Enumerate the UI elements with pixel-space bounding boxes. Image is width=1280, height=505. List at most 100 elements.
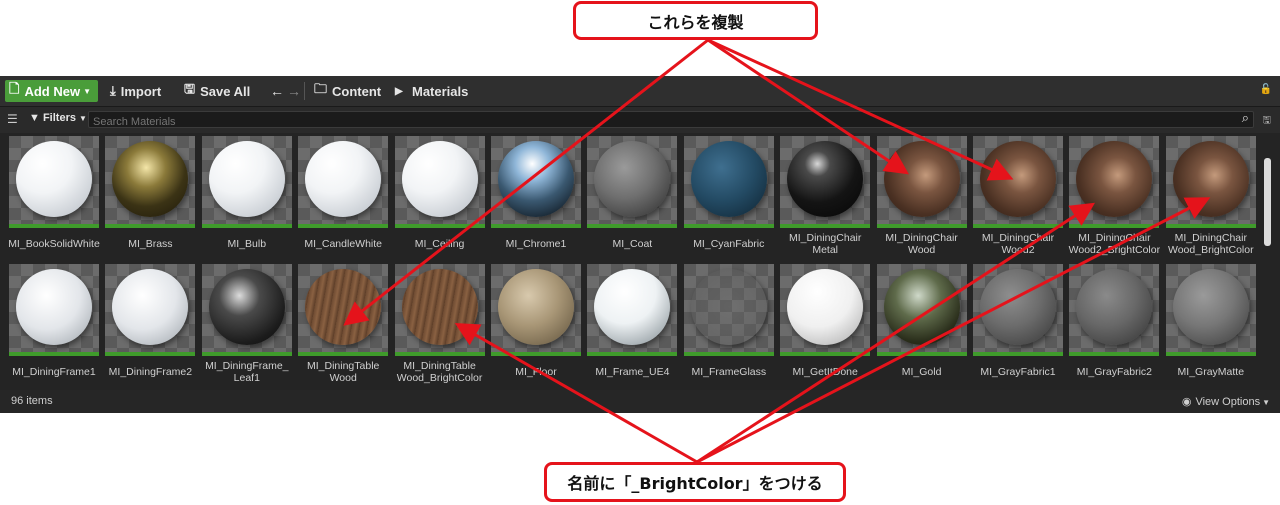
- asset-thumbnail: [1069, 136, 1160, 228]
- material-sphere-icon: [305, 141, 382, 217]
- asset-tile[interactable]: MI_Frame_UE4: [587, 264, 678, 389]
- material-sphere-icon: [208, 269, 285, 345]
- asset-name: MI_GrayFabric1: [980, 366, 1056, 378]
- asset-tile[interactable]: MI_GetItDone: [780, 264, 871, 389]
- asset-name: MI_FrameGlass: [691, 366, 767, 378]
- asset-type-bar: [491, 224, 581, 228]
- asset-thumbnail: [9, 136, 99, 228]
- breadcrumb-materials[interactable]: Materials: [412, 80, 468, 102]
- toolbar: 🗋 Add New ▼ ⤓ Import 🖫 Save All ← → 🗀 Co…: [0, 76, 1280, 107]
- asset-name: MI_DiningFrame2: [108, 366, 193, 378]
- view-options-button[interactable]: ◉ View Options ▼: [1182, 395, 1270, 408]
- filters-button[interactable]: ▼ Filters ▼: [29, 112, 87, 124]
- asset-type-bar: [973, 224, 1063, 228]
- asset-tile[interactable]: MI_DiningChair Wood: [876, 136, 967, 261]
- asset-thumbnail: [1069, 264, 1160, 356]
- asset-tile[interactable]: MI_Floor: [491, 264, 581, 389]
- asset-tile[interactable]: MI_DiningFrame_ Leaf1: [201, 264, 292, 389]
- asset-tile[interactable]: MI_GrayFabric1: [973, 264, 1063, 389]
- asset-thumbnail: [587, 136, 678, 228]
- import-label: Import: [120, 83, 162, 99]
- asset-grid: MI_BookSolidWhite MI_Brass MI_Bulb MI_Candl…: [0, 136, 1258, 389]
- eye-icon: ◉: [1181, 396, 1192, 408]
- asset-name: MI_Floor: [515, 366, 557, 378]
- forward-arrow-icon[interactable]: →: [287, 83, 301, 99]
- asset-tile[interactable]: MI_DiningChair Metal: [780, 136, 871, 261]
- status-bar: 96 items ◉ View Options ▼: [0, 390, 1280, 413]
- asset-tile[interactable]: MI_GrayMatte: [1165, 264, 1256, 389]
- asset-thumbnail: [973, 136, 1063, 228]
- folder-icon: 🗀: [314, 81, 328, 96]
- asset-thumbnail: [1165, 136, 1256, 228]
- asset-tile[interactable]: MI_CyanFabric: [683, 136, 774, 261]
- asset-name: MI_GetItDone: [792, 366, 858, 378]
- back-arrow-icon[interactable]: ←: [270, 83, 284, 99]
- asset-tile[interactable]: MI_DiningFrame2: [105, 264, 196, 389]
- asset-thumbnail: [491, 136, 581, 228]
- asset-type-bar: [298, 224, 389, 228]
- sources-toggle-icon[interactable]: ☰: [7, 112, 18, 126]
- asset-tile[interactable]: MI_BookSolidWhite: [8, 136, 100, 261]
- item-count: 96 items: [11, 395, 53, 407]
- filters-label: Filters: [42, 112, 76, 124]
- asset-tile[interactable]: MI_DiningChair Wood2: [973, 136, 1063, 261]
- material-sphere-icon: [594, 269, 671, 345]
- asset-name: MI_GrayMatte: [1177, 366, 1245, 378]
- import-button[interactable]: ⤓ Import: [110, 80, 161, 102]
- asset-name: MI_GrayFabric2: [1076, 366, 1153, 378]
- asset-type-bar: [491, 352, 581, 356]
- asset-type-bar: [394, 352, 485, 356]
- asset-thumbnail: [973, 264, 1063, 356]
- save-all-button[interactable]: 🖫 Save All: [184, 80, 250, 102]
- material-sphere-icon: [498, 141, 574, 217]
- asset-type-bar: [9, 352, 99, 356]
- asset-name: MI_Coat: [612, 238, 653, 250]
- asset-tile[interactable]: MI_Chrome1: [491, 136, 581, 261]
- asset-thumbnail: [298, 136, 389, 228]
- add-new-button[interactable]: 🗋 Add New ▼: [5, 80, 98, 102]
- asset-tile[interactable]: MI_DiningTable Wood: [298, 264, 389, 389]
- breadcrumb-separator-icon[interactable]: ▶: [395, 80, 403, 102]
- asset-type-bar: [780, 352, 871, 356]
- save-all-label: Save All: [200, 83, 251, 99]
- material-sphere-icon: [883, 141, 960, 217]
- asset-name: MI_DiningChair Wood2: [981, 232, 1055, 256]
- asset-tile[interactable]: MI_DiningChair Wood2_BrightColor: [1069, 136, 1160, 261]
- save-search-icon[interactable]: 🖫: [1262, 113, 1271, 130]
- asset-thumbnail: [780, 264, 871, 356]
- material-sphere-icon: [305, 269, 382, 345]
- asset-tile[interactable]: MI_Ceiling: [394, 136, 485, 261]
- material-sphere-icon: [1076, 269, 1153, 345]
- asset-thumbnail: [1165, 264, 1256, 356]
- material-sphere-icon: [594, 141, 671, 217]
- asset-tile[interactable]: MI_DiningTable Wood_BrightColor: [394, 264, 485, 389]
- asset-type-bar: [201, 352, 292, 356]
- asset-type-bar: [587, 352, 678, 356]
- asset-tile[interactable]: MI_Coat: [587, 136, 678, 261]
- material-sphere-icon: [980, 141, 1056, 217]
- material-sphere-icon: [401, 269, 478, 345]
- asset-tile[interactable]: MI_Brass: [105, 136, 196, 261]
- material-sphere-icon: [787, 269, 864, 345]
- chevron-down-icon: ▼: [1262, 398, 1270, 407]
- search-input[interactable]: [89, 114, 1217, 130]
- asset-tile[interactable]: MI_CandleWhite: [298, 136, 389, 261]
- scrollbar[interactable]: [1264, 158, 1271, 246]
- asset-thumbnail: [201, 264, 292, 356]
- material-sphere-icon: [787, 141, 864, 217]
- breadcrumb-content[interactable]: 🗀 Content: [314, 80, 381, 102]
- asset-tile[interactable]: MI_DiningFrame1: [9, 264, 99, 389]
- material-sphere-icon: [112, 269, 189, 345]
- asset-tile[interactable]: MI_FrameGlass: [683, 264, 774, 389]
- asset-tile[interactable]: MI_DiningChair Wood_BrightColor: [1165, 136, 1256, 261]
- asset-thumbnail: [298, 264, 389, 356]
- search-icon[interactable]: ⌕: [1242, 110, 1249, 126]
- material-sphere-icon: [1076, 141, 1153, 217]
- asset-name: MI_DiningChair Metal: [789, 232, 862, 256]
- asset-tile[interactable]: MI_Bulb: [201, 136, 292, 261]
- asset-name: MI_Bulb: [227, 238, 267, 250]
- asset-tile[interactable]: MI_GrayFabric2: [1069, 264, 1160, 389]
- asset-name: MI_Frame_UE4: [595, 366, 670, 378]
- lock-icon[interactable]: 🔓: [1260, 84, 1272, 95]
- asset-tile[interactable]: MI_Gold: [876, 264, 967, 389]
